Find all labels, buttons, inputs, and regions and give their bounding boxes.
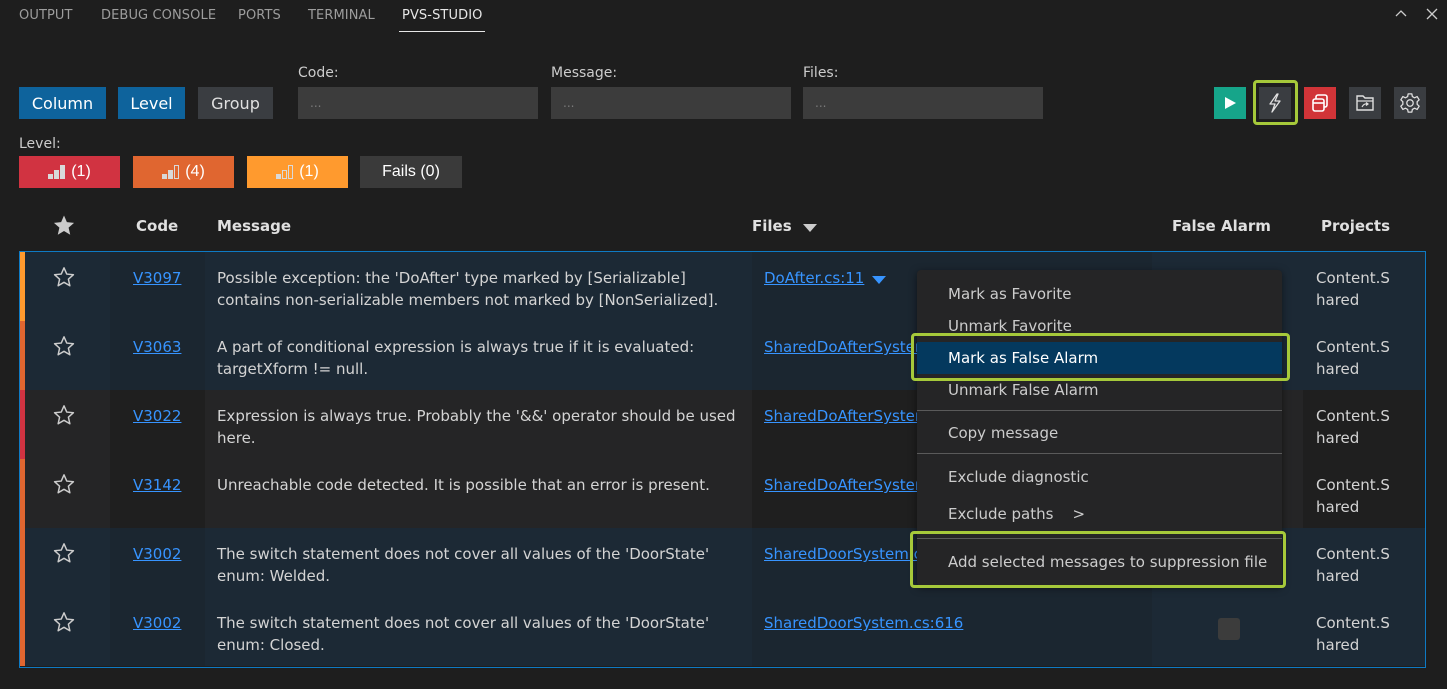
file-link[interactable]: SharedDoorSystem.cs: [764, 545, 930, 563]
project-name: Content.Shared: [1316, 407, 1390, 447]
code-filter-label: Code:: [298, 65, 339, 81]
message-filter-label: Message:: [551, 65, 618, 81]
diagnostic-code-link[interactable]: V3142: [133, 476, 181, 494]
diagnostic-message: Possible exception: the 'DoAfter' type m…: [217, 269, 719, 309]
star-outline-icon[interactable]: [53, 404, 75, 426]
folder-open-icon: [1356, 95, 1374, 111]
code-filter-input[interactable]: [298, 87, 538, 119]
project-name: Content.Shared: [1316, 476, 1390, 516]
column-header-message[interactable]: Message: [217, 217, 291, 235]
column-button[interactable]: Column: [19, 87, 106, 119]
project-name: Content.Shared: [1316, 614, 1390, 654]
menu-item-unmark-false-alarm[interactable]: Unmark False Alarm: [917, 374, 1282, 406]
menu-separator: [917, 538, 1282, 539]
star-outline-icon[interactable]: [53, 542, 75, 564]
diagnostic-code-link[interactable]: V3022: [133, 407, 181, 425]
star-outline-icon[interactable]: [53, 266, 75, 288]
panel-tab-bar: OUTPUT DEBUG CONSOLE PORTS TERMINAL PVS-…: [0, 0, 1447, 34]
settings-button[interactable]: [1394, 87, 1426, 119]
run-analysis-button[interactable]: [1214, 87, 1246, 119]
tab-debug-console[interactable]: DEBUG CONSOLE: [101, 8, 216, 23]
project-name: Content.Shared: [1316, 338, 1390, 378]
gear-icon: [1400, 93, 1420, 113]
submenu-arrow-icon: >: [1072, 505, 1086, 523]
diagnostic-code-link[interactable]: V3097: [133, 269, 181, 287]
diagnostic-message: The switch statement does not cover all …: [217, 545, 710, 585]
star-outline-icon[interactable]: [53, 335, 75, 357]
menu-item-add-to-suppression-file[interactable]: Add selected messages to suppression fil…: [917, 546, 1282, 578]
tab-output[interactable]: OUTPUT: [19, 8, 73, 23]
group-button[interactable]: Group: [198, 87, 273, 119]
level-stripe: [20, 459, 25, 528]
diagnostic-code-link[interactable]: V3002: [133, 614, 181, 632]
level-high-filter[interactable]: (1): [19, 156, 120, 188]
open-report-button[interactable]: [1349, 87, 1381, 119]
fails-filter[interactable]: Fails (0): [360, 156, 462, 188]
diagnostic-code-link[interactable]: V3002: [133, 545, 181, 563]
signal-medium-icon: [162, 165, 180, 179]
level-stripe: [20, 528, 25, 597]
file-link[interactable]: SharedDoAfterSystem: [764, 338, 930, 356]
diagnostic-code-link[interactable]: V3063: [133, 338, 181, 356]
star-outline-icon[interactable]: [53, 611, 75, 633]
message-filter-input[interactable]: [551, 87, 791, 119]
column-header-code[interactable]: Code: [136, 217, 178, 235]
level-low-count: (1): [299, 163, 319, 180]
sort-down-icon[interactable]: [802, 223, 818, 233]
files-filter-label: Files:: [803, 65, 839, 81]
file-link[interactable]: SharedDoorSystem.cs:616: [764, 614, 963, 632]
diagnostic-message: Expression is always true. Probably the …: [217, 407, 736, 447]
level-stripe: [20, 597, 25, 666]
menu-separator: [917, 453, 1282, 454]
lightning-button[interactable]: [1259, 87, 1291, 119]
menu-item-unmark-favorite[interactable]: Unmark Favorite: [917, 310, 1282, 342]
play-icon: [1225, 97, 1236, 109]
level-low-filter[interactable]: (1): [247, 156, 348, 188]
menu-separator: [917, 410, 1282, 411]
menu-item-exclude-diagnostic[interactable]: Exclude diagnostic: [917, 461, 1282, 493]
lightning-icon: [1269, 93, 1281, 113]
project-name: Content.Shared: [1316, 269, 1390, 309]
menu-item-mark-false-alarm[interactable]: Mark as False Alarm: [917, 342, 1282, 374]
chevron-up-icon[interactable]: [1393, 6, 1409, 22]
diagnostic-message: The switch statement does not cover all …: [217, 614, 710, 654]
file-link[interactable]: SharedDoAfterSystem: [764, 476, 930, 494]
files-filter-input[interactable]: [803, 87, 1043, 119]
level-filter-label: Level:: [19, 136, 61, 152]
false-alarm-checkbox[interactable]: [1218, 618, 1240, 640]
close-icon[interactable]: [1424, 6, 1440, 22]
suppress-button[interactable]: [1304, 87, 1336, 119]
menu-item-mark-favorite[interactable]: Mark as Favorite: [917, 278, 1282, 310]
tab-ports[interactable]: PORTS: [238, 8, 281, 23]
menu-item-exclude-paths[interactable]: Exclude paths >: [917, 498, 1282, 530]
file-link[interactable]: DoAfter.cs:11: [764, 269, 864, 287]
column-header-projects[interactable]: Projects: [1321, 217, 1390, 235]
project-name: Content.Shared: [1316, 545, 1390, 585]
menu-item-copy-message[interactable]: Copy message: [917, 417, 1282, 449]
level-medium-filter[interactable]: (4): [133, 156, 234, 188]
menu-item-label: Exclude paths: [948, 505, 1054, 523]
column-header-false-alarm[interactable]: False Alarm: [1172, 217, 1271, 235]
expand-files-icon[interactable]: [871, 275, 887, 285]
context-menu: Mark as Favorite Unmark Favorite Mark as…: [917, 270, 1282, 586]
copy-icon: [1312, 94, 1328, 112]
table-row[interactable]: V3002 The switch statement does not cove…: [20, 597, 1425, 666]
tab-terminal[interactable]: TERMINAL: [308, 8, 375, 23]
level-stripe: [20, 390, 25, 459]
level-high-count: (1): [71, 163, 91, 180]
level-stripe: [20, 252, 25, 321]
tab-pvs-studio[interactable]: PVS-STUDIO: [398, 8, 486, 32]
level-medium-count: (4): [185, 163, 205, 180]
level-button[interactable]: Level: [118, 87, 185, 119]
level-stripe: [20, 321, 25, 390]
star-outline-icon[interactable]: [53, 473, 75, 495]
column-header-files[interactable]: Files: [752, 217, 792, 235]
diagnostic-message: Unreachable code detected. It is possibl…: [217, 476, 710, 494]
star-filled-icon[interactable]: [52, 214, 76, 237]
diagnostic-message: A part of conditional expression is alwa…: [217, 338, 695, 378]
signal-low-icon: [276, 165, 294, 179]
signal-high-icon: [48, 165, 66, 179]
file-link[interactable]: SharedDoAfterSystem: [764, 407, 930, 425]
